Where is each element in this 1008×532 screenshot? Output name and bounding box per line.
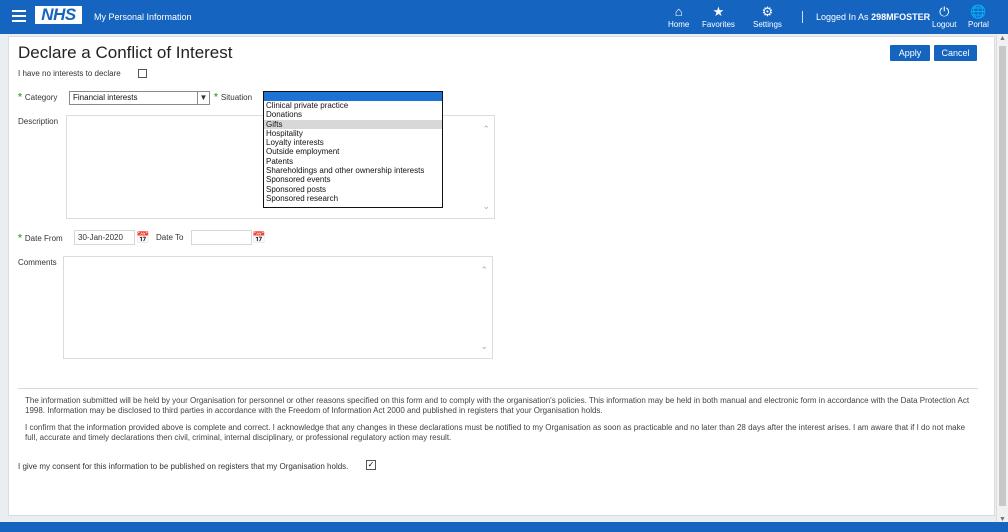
required-marker: * [214, 92, 218, 103]
apply-button[interactable]: Apply [890, 45, 930, 61]
date-from-field-label: * Date From [18, 233, 63, 244]
logged-in-text: Logged In As 298MFOSTER [816, 12, 930, 22]
menu-icon[interactable] [12, 10, 26, 22]
consent-checkbox[interactable]: ✓ [366, 460, 376, 470]
situation-option[interactable]: Patents [264, 157, 442, 166]
logout-label: Logout [932, 20, 957, 29]
page-title: Declare a Conflict of Interest [18, 43, 233, 62]
star-icon: ★ [712, 4, 725, 19]
chevron-down-icon[interactable]: ▼ [197, 92, 209, 104]
situation-option[interactable]: Loyalty interests [264, 138, 442, 147]
category-value: Financial interests [73, 93, 138, 102]
calendar-icon[interactable]: 📅 [252, 231, 266, 244]
date-from-label: Date From [24, 234, 63, 243]
situation-field-label: * Situation [214, 92, 252, 103]
required-marker: * [18, 92, 22, 103]
power-icon: ⏻ [939, 4, 950, 19]
date-to-label: Date To [156, 233, 184, 242]
category-field-label: * Category [18, 92, 57, 103]
comments-label: Comments [18, 258, 57, 267]
situation-option[interactable]: Donations [264, 110, 442, 119]
section-divider [18, 388, 978, 389]
date-to-input[interactable] [191, 230, 252, 245]
situation-option[interactable]: Sponsored posts [264, 185, 442, 194]
category-label: Category [24, 93, 58, 102]
home-button[interactable]: ⌂ Home [668, 4, 689, 29]
scrollbar-thumb[interactable] [999, 46, 1006, 506]
situation-option[interactable]: Gifts [264, 119, 442, 129]
portal-label: Portal [968, 20, 989, 29]
favorites-label: Favorites [702, 20, 735, 29]
scroll-down-icon[interactable]: ⌄ [482, 201, 490, 212]
scroll-down-icon[interactable]: ⌄ [480, 341, 488, 352]
situation-dropdown-list[interactable]: Clinical private practice Donations Gift… [263, 91, 443, 208]
no-interests-label: I have no interests to declare [18, 69, 121, 78]
date-from-input[interactable]: 30-Jan-2020 [74, 230, 135, 245]
situation-option[interactable]: Sponsored research [264, 194, 442, 203]
category-select[interactable]: Financial interests ▼ [69, 91, 210, 105]
situation-option[interactable]: Hospitality [264, 129, 442, 138]
no-interests-checkbox[interactable] [138, 69, 147, 78]
comments-textarea[interactable]: ⌃ ⌄ [63, 256, 493, 359]
scroll-up-icon[interactable]: ⌃ [482, 124, 490, 135]
description-label: Description [18, 117, 59, 126]
logout-button[interactable]: ⏻ Logout [932, 4, 956, 29]
situation-option[interactable]: Outside employment [264, 147, 442, 156]
situation-option[interactable]: Sponsored events [264, 175, 442, 184]
page-scrollbar[interactable]: ▲ ▼ [996, 34, 1008, 524]
username: 298MFOSTER [871, 12, 931, 22]
portal-button[interactable]: 🌐 Portal [968, 4, 989, 29]
consent-label: I give my consent for this information t… [18, 462, 349, 471]
situation-option[interactable]: Shareholdings and other ownership intere… [264, 166, 442, 175]
app-title: My Personal Information [94, 12, 192, 22]
scroll-up-arrow-icon[interactable]: ▲ [999, 35, 1006, 42]
bottom-bar [0, 522, 1008, 532]
situation-selected-option[interactable] [264, 92, 442, 101]
header-separator [802, 11, 803, 23]
globe-icon: 🌐 [970, 4, 987, 19]
gear-icon: ⚙ [761, 4, 774, 19]
calendar-icon[interactable]: 📅 [136, 231, 150, 244]
login-prefix: Logged In As [816, 12, 869, 22]
declaration-confirmation: I confirm that the information provided … [25, 423, 966, 442]
settings-label: Settings [753, 20, 782, 29]
required-marker: * [18, 233, 22, 244]
home-icon: ⌂ [674, 4, 683, 19]
favorites-button[interactable]: ★ Favorites [702, 4, 735, 29]
scroll-up-icon[interactable]: ⌃ [480, 265, 488, 276]
cancel-button[interactable]: Cancel [934, 45, 977, 61]
top-navigation-bar: NHS My Personal Information ⌂ Home ★ Fav… [0, 0, 1008, 34]
home-label: Home [668, 20, 690, 29]
situation-label: Situation [220, 93, 253, 102]
nhs-logo: NHS [35, 6, 82, 24]
situation-option[interactable]: Clinical private practice [264, 101, 442, 110]
settings-button[interactable]: ⚙ Settings [753, 4, 782, 29]
data-protection-notice: The information submitted will be held b… [25, 396, 970, 415]
